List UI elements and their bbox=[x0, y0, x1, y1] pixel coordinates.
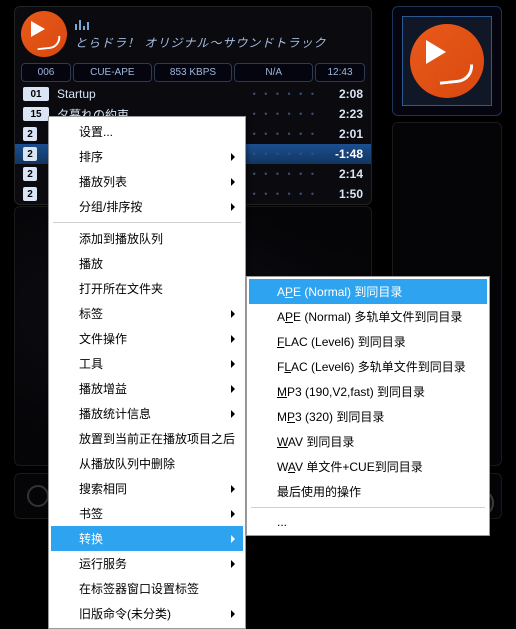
menu-item[interactable]: 放置到当前正在播放项目之后 bbox=[51, 426, 243, 451]
track-dots: • • • • • • bbox=[253, 189, 317, 199]
menu-item[interactable]: 旧版命令(未分类) bbox=[51, 601, 243, 626]
track-time: 2:01 bbox=[323, 127, 363, 141]
submenu-item[interactable]: WAV 到同目录 bbox=[249, 429, 487, 454]
info-status: N/A bbox=[234, 63, 313, 82]
context-menu[interactable]: 设置...排序播放列表分组/排序按添加到播放队列播放打开所在文件夹标签文件操作工… bbox=[48, 116, 246, 629]
album-art-logo-icon bbox=[410, 24, 484, 98]
track-time: -1:48 bbox=[323, 147, 363, 161]
track-time: 2:08 bbox=[323, 87, 363, 101]
submenu-item[interactable]: 最后使用的操作 bbox=[249, 479, 487, 504]
track-name: Startup bbox=[57, 87, 247, 101]
submenu-item[interactable]: FLAC (Level6) 多轨单文件到同目录 bbox=[249, 354, 487, 379]
menu-item[interactable]: 播放增益 bbox=[51, 376, 243, 401]
menu-item[interactable]: 设置... bbox=[51, 119, 243, 144]
player-logo-icon bbox=[21, 11, 67, 57]
submenu-item[interactable]: MP3 (320) 到同目录 bbox=[249, 404, 487, 429]
menu-item[interactable]: 播放 bbox=[51, 251, 243, 276]
menu-item[interactable]: 添加到播放队列 bbox=[51, 226, 243, 251]
menu-item[interactable]: 工具 bbox=[51, 351, 243, 376]
menu-item[interactable]: 打开所在文件夹 bbox=[51, 276, 243, 301]
transport-button[interactable] bbox=[27, 485, 49, 507]
submenu-item[interactable]: FLAC (Level6) 到同目录 bbox=[249, 329, 487, 354]
submenu-item[interactable]: APE (Normal) 到同目录 bbox=[249, 279, 487, 304]
track-number: 2 bbox=[23, 187, 37, 201]
header-info: とらドラ！ オリジナル～サウンドトラック bbox=[75, 18, 326, 51]
info-codec: CUE-APE bbox=[73, 63, 152, 82]
info-clock: 12:43 bbox=[315, 63, 365, 82]
menu-item[interactable]: 播放列表 bbox=[51, 169, 243, 194]
menu-item[interactable]: 从播放队列中删除 bbox=[51, 451, 243, 476]
track-number: 2 bbox=[23, 167, 37, 181]
track-title: とらドラ！ オリジナル～サウンドトラック bbox=[75, 34, 326, 51]
track-dots: • • • • • • bbox=[253, 109, 317, 119]
menu-item[interactable]: 运行服务 bbox=[51, 551, 243, 576]
menu-item[interactable]: 书签 bbox=[51, 501, 243, 526]
info-bar: 006 CUE-APE 853 KBPS N/A 12:43 bbox=[15, 61, 371, 84]
track-time: 1:50 bbox=[323, 187, 363, 201]
submenu-item[interactable]: WAV 单文件+CUE到同目录 bbox=[249, 454, 487, 479]
menu-item[interactable]: 文件操作 bbox=[51, 326, 243, 351]
menu-item[interactable]: 分组/排序按 bbox=[51, 194, 243, 219]
track-time: 2:14 bbox=[323, 167, 363, 181]
menu-separator bbox=[53, 222, 241, 223]
track-dots: • • • • • • bbox=[253, 169, 317, 179]
menu-item[interactable]: 转换 bbox=[51, 526, 243, 551]
track-number: 01 bbox=[23, 87, 49, 101]
track-number: 15 bbox=[23, 107, 49, 121]
menu-item[interactable]: 搜索相同 bbox=[51, 476, 243, 501]
track-dots: • • • • • • bbox=[253, 89, 317, 99]
album-art bbox=[402, 16, 492, 106]
menu-item[interactable]: 标签 bbox=[51, 301, 243, 326]
menu-item[interactable]: 播放统计信息 bbox=[51, 401, 243, 426]
album-art-panel bbox=[392, 6, 502, 116]
info-index: 006 bbox=[21, 63, 71, 82]
track-number: 2 bbox=[23, 147, 37, 161]
info-bitrate: 853 KBPS bbox=[154, 63, 233, 82]
submenu-item[interactable]: ... bbox=[249, 511, 487, 533]
menu-separator bbox=[251, 507, 485, 508]
spectrum-icon bbox=[75, 18, 326, 30]
player-header: とらドラ！ オリジナル～サウンドトラック bbox=[15, 7, 371, 61]
menu-item[interactable]: 排序 bbox=[51, 144, 243, 169]
playlist-row[interactable]: 01 Startup • • • • • • 2:08 bbox=[15, 84, 371, 104]
submenu-item[interactable]: MP3 (190,V2,fast) 到同目录 bbox=[249, 379, 487, 404]
track-number: 2 bbox=[23, 127, 37, 141]
submenu-item[interactable]: APE (Normal) 多轨单文件到同目录 bbox=[249, 304, 487, 329]
menu-item[interactable]: 在标签器窗口设置标签 bbox=[51, 576, 243, 601]
track-time: 2:23 bbox=[323, 107, 363, 121]
convert-submenu[interactable]: APE (Normal) 到同目录APE (Normal) 多轨单文件到同目录F… bbox=[246, 276, 490, 536]
track-dots: • • • • • • bbox=[253, 149, 317, 159]
track-dots: • • • • • • bbox=[253, 129, 317, 139]
